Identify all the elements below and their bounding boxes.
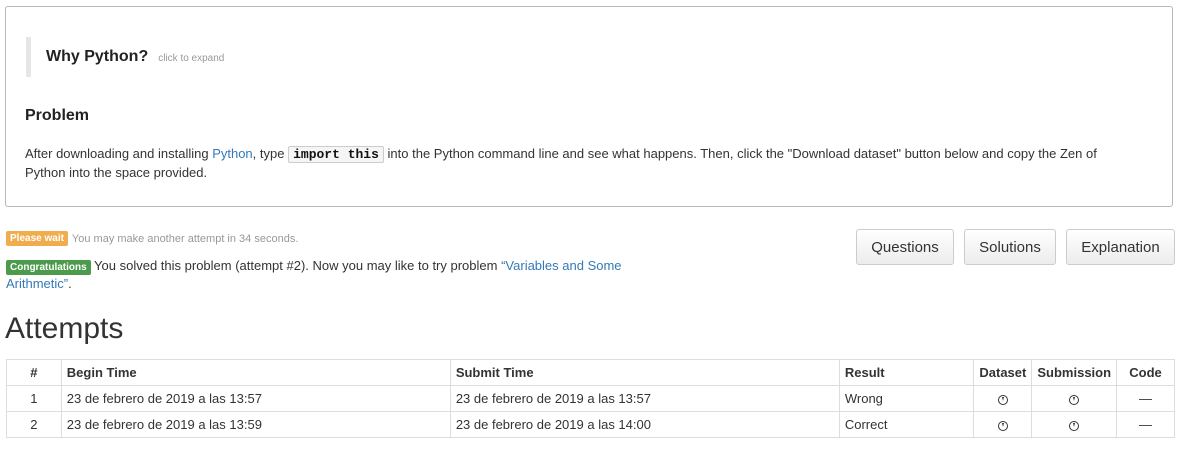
result-cell: Wrong — [838, 385, 975, 412]
column-header-result: Result — [838, 359, 975, 386]
table-row: 1 23 de febrero de 2019 a las 13:57 23 d… — [6, 385, 1175, 412]
explanation-button[interactable]: Explanation — [1066, 229, 1175, 265]
python-link[interactable]: Python — [212, 146, 252, 161]
attempt-number: 2 — [6, 411, 62, 438]
wait-message: You may make another attempt in 34 secon… — [71, 232, 299, 245]
problem-text-part: After downloading and installing — [25, 146, 213, 161]
congratulations-end: . — [68, 276, 72, 291]
attempts-heading: Attempts — [5, 312, 124, 345]
download-icon[interactable] — [997, 420, 1008, 431]
attempts-table: # Begin Time Submit Time Result Dataset … — [6, 359, 1175, 438]
code-cell: — — [1116, 385, 1175, 412]
dataset-cell — [973, 411, 1033, 438]
why-python-title[interactable]: Why Python? — [46, 48, 148, 66]
column-header-number: # — [6, 359, 62, 386]
problem-heading: Problem — [25, 107, 90, 124]
submission-cell — [1031, 411, 1118, 438]
download-icon[interactable] — [1069, 420, 1080, 431]
submission-cell — [1031, 385, 1118, 412]
download-icon[interactable] — [1069, 394, 1080, 405]
problem-text-part: , type — [252, 146, 289, 161]
table-row: 2 23 de febrero de 2019 a las 13:59 23 d… — [6, 411, 1175, 438]
congratulations-status: Congratulations You solved this problem … — [6, 257, 666, 292]
column-header-code: Code — [1116, 359, 1175, 386]
why-python-expander[interactable]: Why Python? click to expand — [26, 37, 224, 77]
begin-time-cell: 23 de febrero de 2019 a las 13:57 — [60, 385, 451, 412]
dataset-cell — [973, 385, 1033, 412]
code-cell: — — [1116, 411, 1175, 438]
column-header-dataset: Dataset — [973, 359, 1033, 386]
submit-time-cell: 23 de febrero de 2019 a las 14:00 — [449, 411, 840, 438]
wait-status: Please wait You may make another attempt… — [6, 231, 298, 246]
solutions-button[interactable]: Solutions — [964, 229, 1056, 265]
result-cell: Correct — [838, 411, 975, 438]
submit-time-cell: 23 de febrero de 2019 a las 13:57 — [449, 385, 840, 412]
congratulations-message: You solved this problem (attempt #2). No… — [90, 258, 502, 273]
download-icon[interactable] — [997, 394, 1008, 405]
questions-button[interactable]: Questions — [856, 229, 954, 265]
code-snippet: import this — [288, 146, 384, 163]
congratulations-badge: Congratulations — [6, 260, 91, 275]
problem-description: After downloading and installing Python,… — [25, 145, 1135, 182]
please-wait-badge: Please wait — [6, 231, 68, 246]
problem-panel: Why Python? click to expand Problem Afte… — [5, 6, 1173, 207]
attempt-number: 1 — [6, 385, 62, 412]
table-header-row: # Begin Time Submit Time Result Dataset … — [6, 359, 1175, 386]
expand-hint[interactable]: click to expand — [158, 53, 224, 64]
column-header-submission: Submission — [1031, 359, 1118, 386]
column-header-begin-time: Begin Time — [60, 359, 451, 386]
begin-time-cell: 23 de febrero de 2019 a las 13:59 — [60, 411, 451, 438]
column-header-submit-time: Submit Time — [449, 359, 840, 386]
